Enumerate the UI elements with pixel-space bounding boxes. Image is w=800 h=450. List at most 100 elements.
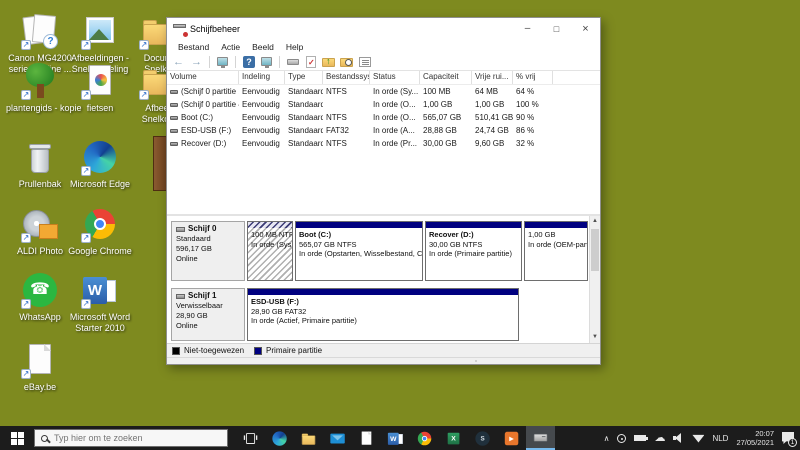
column-header-3[interactable]: Type (285, 71, 323, 84)
desktop-icon-word-starter-2010[interactable]: W↗Microsoft WordStarter 2010 (66, 271, 134, 334)
column-header-6[interactable]: Capaciteit (420, 71, 472, 84)
tray-expand-chevron-icon[interactable]: ∧ (604, 434, 610, 443)
clock[interactable]: 20:07 27/05/2021 (736, 429, 774, 447)
partition-100-mb-ntf[interactable]: 100 MB NTFIn orde (Sys (247, 221, 293, 281)
taskbar: W XS ▶ ∧ ☁ NLD 20:07 27/05/2021 1 (0, 426, 800, 450)
desktop-icon-aldi-photo[interactable]: ↗ALDI Photo (6, 205, 74, 257)
volume-row[interactable]: Recover (D:)EenvoudigStandaardNTFSIn ord… (167, 137, 600, 150)
desktop-icon-google-chrome[interactable]: ↗Google Chrome (66, 205, 134, 257)
start-button[interactable] (0, 426, 34, 450)
toolbar-forward-icon[interactable]: → (189, 55, 204, 69)
volume-cell: Eenvoudig (239, 87, 285, 96)
partition-recover-d[interactable]: Recover (D:)30,00 GB NTFSIn orde (Primai… (425, 221, 522, 281)
scroll-thumb[interactable] (591, 229, 599, 271)
shortcut-arrow-icon: ↗ (81, 90, 91, 100)
volume-row[interactable]: (Schijf 0 partitie 4)EenvoudigStandaardI… (167, 98, 600, 111)
scroll-down-icon[interactable]: ▼ (590, 332, 600, 343)
disk-label-1[interactable]: Schijf 1Verwisselbaar28,90 GBOnline (171, 288, 245, 341)
legend-label: Primaire partitie (266, 346, 322, 355)
battery-icon[interactable] (634, 435, 646, 441)
prullenbak-icon-box (21, 138, 59, 176)
taskbar-button-chrome[interactable] (410, 426, 439, 450)
disk-icon (176, 227, 185, 232)
partition-boot-c[interactable]: Boot (C:)565,07 GB NTFSIn orde (Opstarte… (295, 221, 423, 281)
volume-row[interactable]: (Schijf 0 partitie 1)EenvoudigStandaardN… (167, 85, 600, 98)
tray-status-icon[interactable] (617, 434, 626, 443)
toolbar-folder-up-icon[interactable] (321, 55, 336, 69)
toolbar-properties-icon[interactable] (357, 55, 372, 69)
toolbar-back-icon[interactable]: ← (171, 55, 186, 69)
volume-cell: In orde (Sy... (370, 87, 420, 96)
toolbar-console-icon[interactable] (259, 55, 274, 69)
disk-name: Schijf 0 (176, 224, 240, 234)
taskbar-word-icon: W (387, 430, 404, 447)
menu-item-bestand[interactable]: Bestand (172, 42, 215, 52)
vertical-scrollbar[interactable]: ▲ ▼ (589, 216, 600, 343)
toolbar-separator (235, 56, 236, 68)
tray-date: 27/05/2021 (736, 438, 774, 447)
minimize-icon[interactable] (513, 18, 542, 40)
taskbar-button-excel[interactable]: X (439, 426, 468, 450)
action-center-icon[interactable]: 1 (782, 432, 794, 444)
menu-item-beeld[interactable]: Beeld (246, 42, 280, 52)
column-header-8[interactable]: % vrij (513, 71, 553, 84)
legend-swatch (254, 347, 262, 355)
partition-1-00-gb[interactable]: 1,00 GBIn orde (OEM-partit (524, 221, 588, 281)
taskbar-button-media[interactable]: ▶ (497, 426, 526, 450)
search-input[interactable] (54, 433, 204, 443)
taskbar-button-disk-management[interactable] (526, 426, 555, 450)
partition-esd-usb-f[interactable]: ESD-USB (F:)28,90 GB FAT32In orde (Actie… (247, 288, 519, 341)
volume-cell: NTFS (323, 139, 370, 148)
afbeeldingen-shortcut-icon-box: ↗ (81, 12, 119, 50)
volume-cell: In orde (O... (370, 113, 420, 122)
taskbar-edge-icon (271, 430, 288, 447)
menu-item-actie[interactable]: Actie (215, 42, 246, 52)
desktop-icon-microsoft-edge[interactable]: ↗Microsoft Edge (66, 138, 134, 190)
partition-text: Recover (D:)30,00 GB NTFSIn orde (Primai… (426, 228, 521, 259)
maximize-icon[interactable] (542, 18, 571, 40)
toolbar-panel-icon[interactable] (285, 55, 300, 69)
taskbar-button-notepad[interactable] (352, 426, 381, 450)
taskbar-button-skype[interactable]: S (468, 426, 497, 450)
toolbar-check-doc-icon[interactable] (303, 55, 318, 69)
prullenbak-icon (21, 138, 59, 176)
desktop-icon-prullenbak[interactable]: Prullenbak (6, 138, 74, 190)
desktop-icon-label: Prullenbak (6, 179, 74, 190)
taskbar-button-explorer[interactable] (294, 426, 323, 450)
partition-text: 1,00 GBIn orde (OEM-partit (525, 228, 587, 249)
volume-row[interactable]: Boot (C:)EenvoudigStandaardNTFSIn orde (… (167, 111, 600, 124)
desktop-icon-ebay-be[interactable]: ↗eBay.be (6, 341, 74, 393)
scroll-up-icon[interactable]: ▲ (590, 216, 600, 227)
status-bar (167, 357, 600, 364)
partition-text: 100 MB NTFIn orde (Sys (248, 228, 292, 249)
column-header-5[interactable]: Status (370, 71, 420, 84)
canon-printer-shortcut-icon-box: ?↗ (21, 12, 59, 50)
menu-item-help[interactable]: Help (280, 42, 309, 52)
taskbar-button-task-view[interactable] (236, 426, 265, 450)
volume-row[interactable]: ESD-USB (F:)EenvoudigStandaardFAT32In or… (167, 124, 600, 137)
taskbar-search[interactable] (34, 429, 228, 447)
network-icon[interactable] (692, 434, 704, 443)
toolbar-help-icon[interactable]: ? (241, 55, 256, 69)
toolbar: ←→? (167, 53, 600, 71)
desktop-icon-plantengids-kopie[interactable]: ↗plantengids - kopie (6, 62, 74, 114)
toolbar-folder-search-icon[interactable] (339, 55, 354, 69)
taskbar-button-edge[interactable] (265, 426, 294, 450)
column-header-4[interactable]: Bestandssys... (323, 71, 370, 84)
volume-cell: FAT32 (323, 126, 370, 135)
disk-label-0[interactable]: Schijf 0Standaard596,17 GBOnline (171, 221, 245, 281)
onedrive-cloud-icon[interactable]: ☁ (654, 433, 665, 444)
window-titlebar[interactable]: Schijfbeheer (167, 18, 600, 40)
taskbar-button-word[interactable]: W (381, 426, 410, 450)
toolbar-console-icon[interactable] (215, 55, 230, 69)
volume-icon[interactable] (673, 433, 684, 443)
disk-group-1: Schijf 1Verwisselbaar28,90 GBOnlineESD-U… (171, 288, 587, 341)
taskbar-media-icon: ▶ (503, 430, 520, 447)
close-icon[interactable] (571, 18, 600, 40)
column-header-1[interactable]: Volume (167, 71, 239, 84)
taskbar-button-mail[interactable] (323, 426, 352, 450)
column-header-2[interactable]: Indeling (239, 71, 285, 84)
language-indicator[interactable]: NLD (712, 434, 728, 443)
desktop-icon-whatsapp[interactable]: ☎↗WhatsApp (6, 271, 74, 323)
column-header-7[interactable]: Vrije rui... (472, 71, 513, 84)
